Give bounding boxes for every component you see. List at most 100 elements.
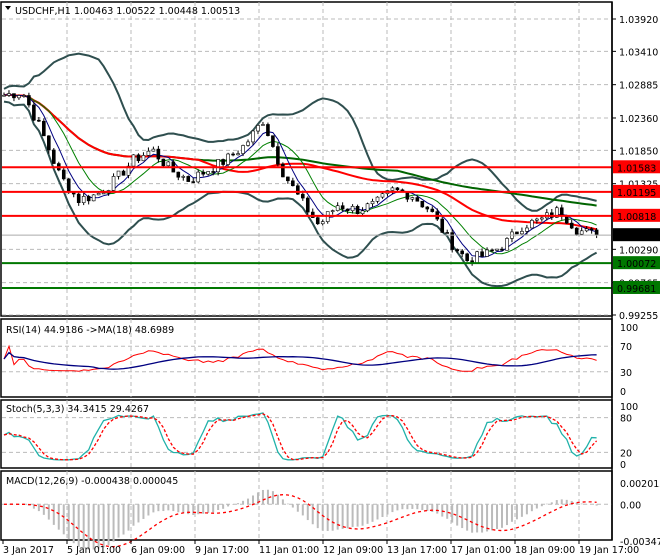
bollinger-upper: [3, 52, 597, 212]
level-label: 0.99681: [617, 284, 656, 295]
candle-body: [475, 251, 479, 264]
dropdown-triangle-icon[interactable]: [5, 6, 11, 10]
price-tick-label: 1.00290: [619, 245, 658, 256]
candle-body: [47, 135, 51, 151]
candle-body: [32, 104, 36, 121]
stoch-tick-label: 20: [620, 448, 632, 459]
rsi-tick-label: 0: [620, 387, 626, 398]
candle-body: [181, 176, 186, 178]
candle-body: [156, 148, 161, 160]
candle-body: [315, 217, 320, 225]
time-tick-label: 18 Jan 09:00: [515, 545, 575, 556]
candle-body: [525, 227, 529, 232]
candle-body: [111, 176, 116, 191]
candle-body: [286, 176, 290, 182]
candle-body: [12, 93, 16, 99]
stoch-tick-label: 100: [620, 402, 638, 413]
candle-body: [410, 197, 415, 200]
candle-body: [305, 197, 310, 213]
candle-body: [61, 169, 66, 180]
candle-body: [161, 158, 166, 167]
candle-body: [300, 193, 305, 199]
candle-body: [166, 161, 171, 167]
price-tick-label: 1.02885: [619, 81, 658, 92]
candle-body: [201, 171, 205, 175]
time-tick-label: 6 Jan 09:00: [131, 545, 185, 556]
candle-body: [121, 170, 126, 176]
candle-body: [495, 248, 499, 251]
price-tick-label: 0.99255: [619, 311, 658, 322]
candle-body: [231, 153, 235, 156]
time-tick-label: 17 Jan 01:00: [451, 545, 511, 556]
candle-body: [430, 208, 435, 212]
candle-body: [17, 95, 21, 99]
grid: [0, 1, 613, 541]
rsi-tick-label: 100: [620, 323, 638, 334]
candle-body: [96, 193, 101, 196]
time-tick-label: 9 Jan 17:00: [195, 545, 249, 556]
time-tick-label: 11 Jan 01:00: [259, 545, 319, 556]
main-frame: [0, 1, 613, 317]
ohlc-values: 1.00463 1.00522 1.00448 1.00513: [74, 6, 240, 17]
candle-body: [146, 150, 151, 156]
stoch-label: Stoch(5,3,3) 34.3415 29.4267: [6, 404, 149, 415]
candle-body: [37, 119, 41, 122]
candle-body: [116, 170, 121, 177]
candle-body: [151, 148, 156, 152]
candle-body: [564, 215, 569, 224]
candle-body: [365, 203, 370, 212]
level-label: 1.00818: [617, 212, 656, 223]
candle-body: [136, 154, 141, 162]
candle-body: [281, 163, 285, 178]
candle-body: [574, 227, 579, 235]
candle-body: [440, 218, 445, 233]
rsi-ma-line: [3, 351, 597, 370]
candle-body: [515, 231, 519, 235]
candle-body: [540, 217, 544, 220]
ma-red: [3, 93, 597, 231]
level-label: 1.01195: [617, 188, 656, 199]
rsi-label: RSI(14) 44.9186 ->MA(18) 48.6989: [6, 325, 174, 336]
rsi-panel: [3, 344, 597, 372]
candle-body: [266, 124, 270, 136]
candle-body: [505, 238, 509, 251]
candle-body: [101, 192, 106, 195]
time-tick-label: 12 Jan 09:00: [323, 545, 383, 556]
candle-body: [330, 210, 335, 212]
candle-body: [291, 180, 295, 187]
bollinger-lower: [3, 100, 598, 288]
candle-body: [589, 228, 594, 231]
candle-body: [271, 135, 275, 147]
trading-chart: 1.039201.034101.028851.023601.018501.013…: [0, 0, 660, 560]
price-tick-label: 1.01850: [619, 146, 658, 157]
candle-body: [415, 197, 420, 202]
candle-body: [236, 153, 240, 156]
price-tick-label: 1.02360: [619, 114, 658, 125]
price-tick-label: 1.03410: [619, 47, 658, 58]
candle-body: [2, 94, 6, 97]
candle-body: [500, 248, 504, 251]
candle-body: [251, 130, 255, 143]
candle-body: [42, 120, 46, 137]
candle-body: [176, 171, 181, 178]
candle-body: [335, 205, 340, 211]
candle-body: [425, 206, 430, 210]
candle-body: [460, 250, 464, 255]
candle-body: [186, 176, 191, 182]
candle-body: [246, 141, 250, 146]
candle-body: [455, 249, 459, 252]
candle-body: [320, 221, 325, 225]
stoch-tick-label: 80: [620, 414, 632, 425]
level-label: 1.00072: [617, 259, 656, 270]
candle-body: [241, 145, 245, 154]
macd-label: MACD(12,26,9) -0.000438 0.000045: [6, 476, 178, 487]
price-tick-label: 1.03920: [619, 15, 658, 26]
ma-blue: [3, 93, 597, 258]
macd-tick-label: 0.00: [620, 500, 641, 511]
current-price-label: 1.00513: [617, 231, 656, 242]
candle-body: [350, 206, 355, 212]
candle-body: [395, 187, 400, 191]
candle-body: [7, 93, 11, 96]
candle-body: [256, 125, 260, 132]
candle-body: [569, 222, 574, 229]
